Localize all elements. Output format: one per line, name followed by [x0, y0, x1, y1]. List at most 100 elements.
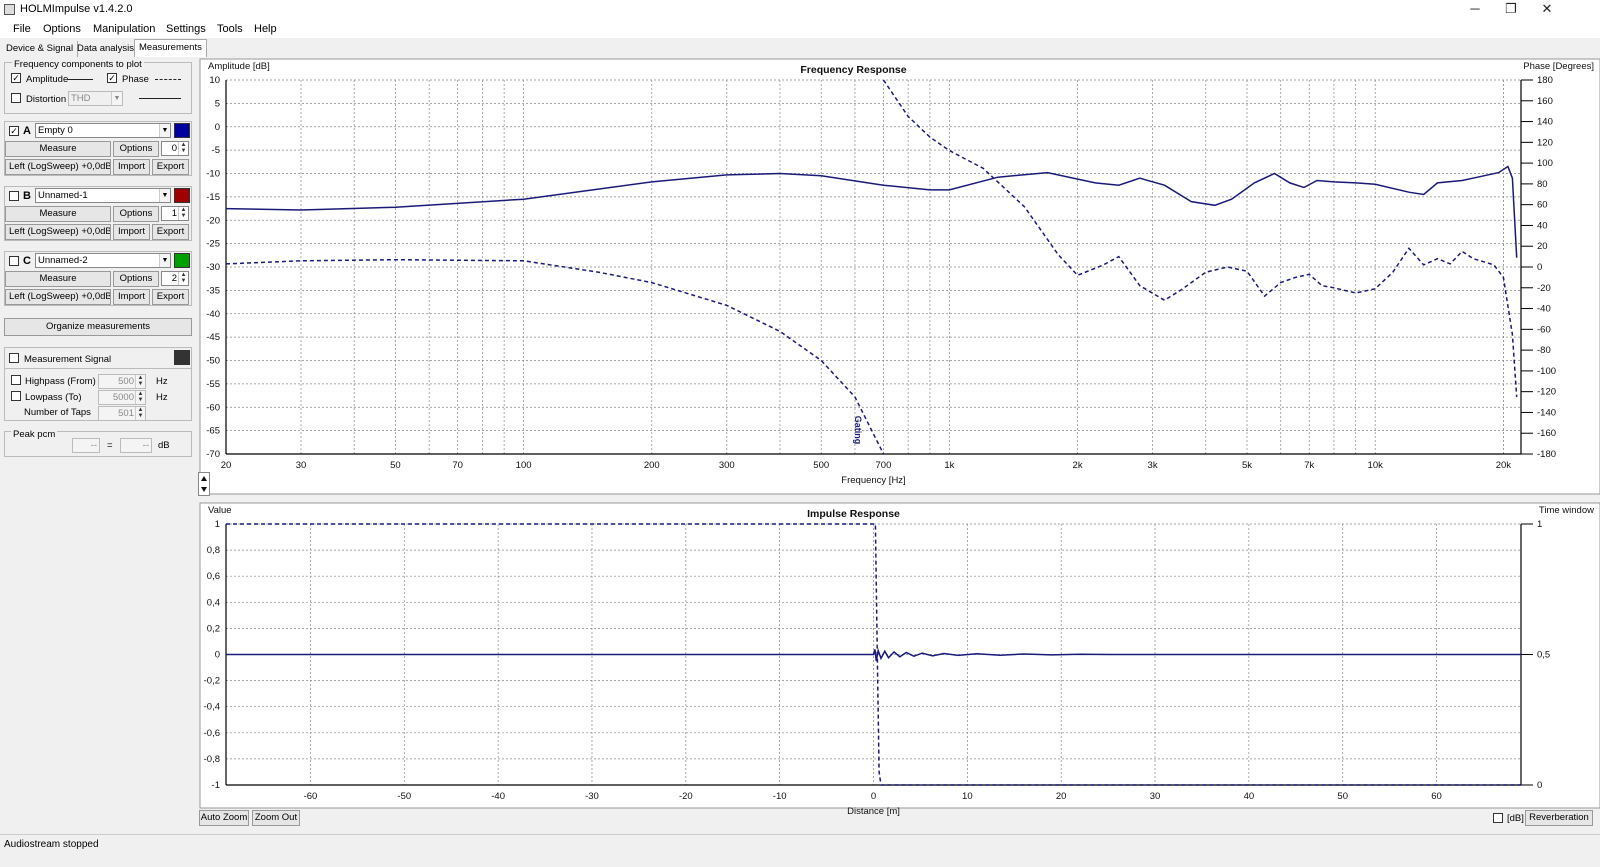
- y2-tick-label: 0: [1537, 780, 1542, 791]
- x-tick-label: 30: [1150, 791, 1161, 802]
- measurement-c-index[interactable]: 2 ▲ ▼: [161, 271, 189, 286]
- zoom-out-button[interactable]: Zoom Out: [252, 810, 300, 826]
- organize-measurements-button[interactable]: Organize measurements: [4, 318, 192, 336]
- spin-arrows-icon[interactable]: ▲ ▼: [178, 142, 188, 155]
- charts-area: 20 30 50 70 100 200 300 500 700 1k 2k 3k 5k 7k 10k 20k1…: [199, 58, 1600, 817]
- y2-tick-label: 120: [1537, 137, 1553, 148]
- menu-options[interactable]: Options: [43, 23, 81, 35]
- measurement-c-options-button[interactable]: Options: [113, 271, 159, 287]
- x-tick-label: 700: [876, 460, 892, 471]
- spin-arrows-icon[interactable]: ▲ ▼: [178, 272, 188, 285]
- split-arrows-icon[interactable]: [198, 472, 210, 496]
- measurement-signal-checkbox[interactable]: [9, 353, 19, 363]
- measurement-a-checkbox[interactable]: ✓: [9, 126, 19, 136]
- measurement-a-source[interactable]: Left (LogSweep) +0,0dB: [5, 159, 111, 175]
- y2-tick-label: 0: [1537, 262, 1542, 273]
- measurement-c-import-button[interactable]: Import: [113, 289, 150, 305]
- y-tick-label: 0: [215, 122, 220, 133]
- x-tick-label: -10: [773, 791, 787, 802]
- lowpass-checkbox[interactable]: [11, 391, 21, 401]
- db-checkbox[interactable]: [1493, 813, 1503, 823]
- y-tick-label: 0,8: [207, 545, 220, 556]
- pane-splitter[interactable]: [198, 472, 210, 496]
- measurement-a-export-button[interactable]: Export: [152, 159, 189, 175]
- measurement-b-source[interactable]: Left (LogSweep) +0,0dB: [5, 224, 111, 240]
- phase-label: Phase: [122, 74, 149, 85]
- x-tick-label: 7k: [1304, 460, 1314, 471]
- y-tick-label: 5: [215, 98, 220, 109]
- measurement-b-export-button[interactable]: Export: [152, 224, 189, 240]
- auto-zoom-button[interactable]: Auto Zoom: [199, 810, 249, 826]
- window-title: HOLMImpulse v1.4.2.0: [20, 3, 133, 15]
- measurement-a-measure-button[interactable]: Measure: [5, 141, 111, 157]
- measurement-a-color[interactable]: [174, 123, 190, 138]
- x-tick-label: 5k: [1242, 460, 1252, 471]
- menu-file[interactable]: File: [13, 23, 31, 35]
- tab-data-analysis[interactable]: Data analysis: [73, 41, 140, 57]
- measurement-b-color[interactable]: [174, 188, 190, 203]
- menu-tools[interactable]: Tools: [217, 23, 243, 35]
- x-tick-label: -60: [304, 791, 318, 802]
- db-label: [dB]: [1507, 813, 1524, 824]
- y2-tick-label: 60: [1537, 200, 1548, 211]
- x-tick-label: 0: [871, 791, 876, 802]
- amplitude-checkbox[interactable]: ✓: [11, 73, 21, 83]
- y2-tick-label: -60: [1537, 324, 1551, 335]
- y-tick-label: 0,2: [207, 623, 220, 634]
- peak-label: Peak pcm: [11, 429, 58, 440]
- measurement-a-index[interactable]: 0 ▲ ▼: [161, 141, 189, 156]
- distortion-checkbox[interactable]: [11, 93, 21, 103]
- measurement-c-export-button[interactable]: Export: [152, 289, 189, 305]
- tab-device-signal[interactable]: Device & Signal: [2, 41, 79, 57]
- spin-arrows-icon[interactable]: ▲ ▼: [135, 375, 145, 388]
- y-tick-label: -0,4: [204, 702, 220, 713]
- highpass-input[interactable]: 500 ▲ ▼: [98, 374, 146, 389]
- x-tick-label: 20k: [1496, 460, 1512, 471]
- measurement-b-measure-button[interactable]: Measure: [5, 206, 111, 222]
- taps-input[interactable]: 501 ▲ ▼: [98, 406, 146, 421]
- spin-arrows-icon[interactable]: ▲ ▼: [135, 407, 145, 420]
- peak-value-1: --: [72, 438, 100, 453]
- close-button[interactable]: ✕: [1532, 1, 1562, 19]
- y-tick-label: -0,6: [204, 728, 220, 739]
- y2-tick-label: -160: [1537, 428, 1556, 439]
- spin-arrows-icon[interactable]: ▲ ▼: [135, 391, 145, 404]
- y-tick-label: -5: [212, 145, 220, 156]
- chart-title: Impulse Response: [807, 508, 900, 520]
- measurement-b-options-button[interactable]: Options: [113, 206, 159, 222]
- measurement-a-options-button[interactable]: Options: [113, 141, 159, 157]
- x-tick-label: -20: [679, 791, 693, 802]
- x-tick-label: 10: [962, 791, 973, 802]
- y-tick-label: 10: [209, 75, 220, 86]
- y-tick-label: 0,6: [207, 571, 220, 582]
- menu-settings[interactable]: Settings: [166, 23, 206, 35]
- measurement-b-checkbox[interactable]: [9, 191, 19, 201]
- measurement-c-source[interactable]: Left (LogSweep) +0,0dB: [5, 289, 111, 305]
- measurement-a-name[interactable]: Empty 0 ▼: [35, 123, 171, 138]
- measurement-c-color[interactable]: [174, 253, 190, 268]
- spin-arrows-icon[interactable]: ▲ ▼: [178, 207, 188, 220]
- menu-manipulation[interactable]: Manipulation: [93, 23, 155, 35]
- tab-measurements[interactable]: Measurements: [134, 39, 207, 57]
- lowpass-input[interactable]: 5000 ▲ ▼: [98, 390, 146, 405]
- measurement-a-import-button[interactable]: Import: [113, 159, 150, 175]
- measurement-b-name[interactable]: Unnamed-1 ▼: [35, 188, 171, 203]
- measurement-b-index[interactable]: 1 ▲ ▼: [161, 206, 189, 221]
- measurement-c-checkbox[interactable]: [9, 256, 19, 266]
- y-tick-label: 1: [215, 519, 220, 530]
- chevron-down-icon: ▼: [159, 254, 170, 267]
- measurement-b-import-button[interactable]: Import: [113, 224, 150, 240]
- distortion-mode-select[interactable]: THD ▼: [68, 91, 123, 106]
- restore-button[interactable]: ❐: [1496, 1, 1526, 19]
- measurement-c-measure-button[interactable]: Measure: [5, 271, 111, 287]
- phase-checkbox[interactable]: ✓: [107, 73, 117, 83]
- measurement-signal-color[interactable]: [174, 350, 190, 365]
- menu-help[interactable]: Help: [254, 23, 277, 35]
- y2-axis-label: Phase [Degrees]: [1523, 61, 1594, 72]
- minimize-button[interactable]: ─: [1460, 1, 1490, 19]
- reverberation-button[interactable]: Reverberation: [1525, 810, 1593, 826]
- measurement-c-name[interactable]: Unnamed-2 ▼: [35, 253, 171, 268]
- measurement-signal-label: Measurement Signal: [24, 354, 112, 365]
- highpass-checkbox[interactable]: [11, 375, 21, 385]
- title-bar: HOLMImpulse v1.4.2.0 ─ ❐ ✕: [0, 0, 1600, 20]
